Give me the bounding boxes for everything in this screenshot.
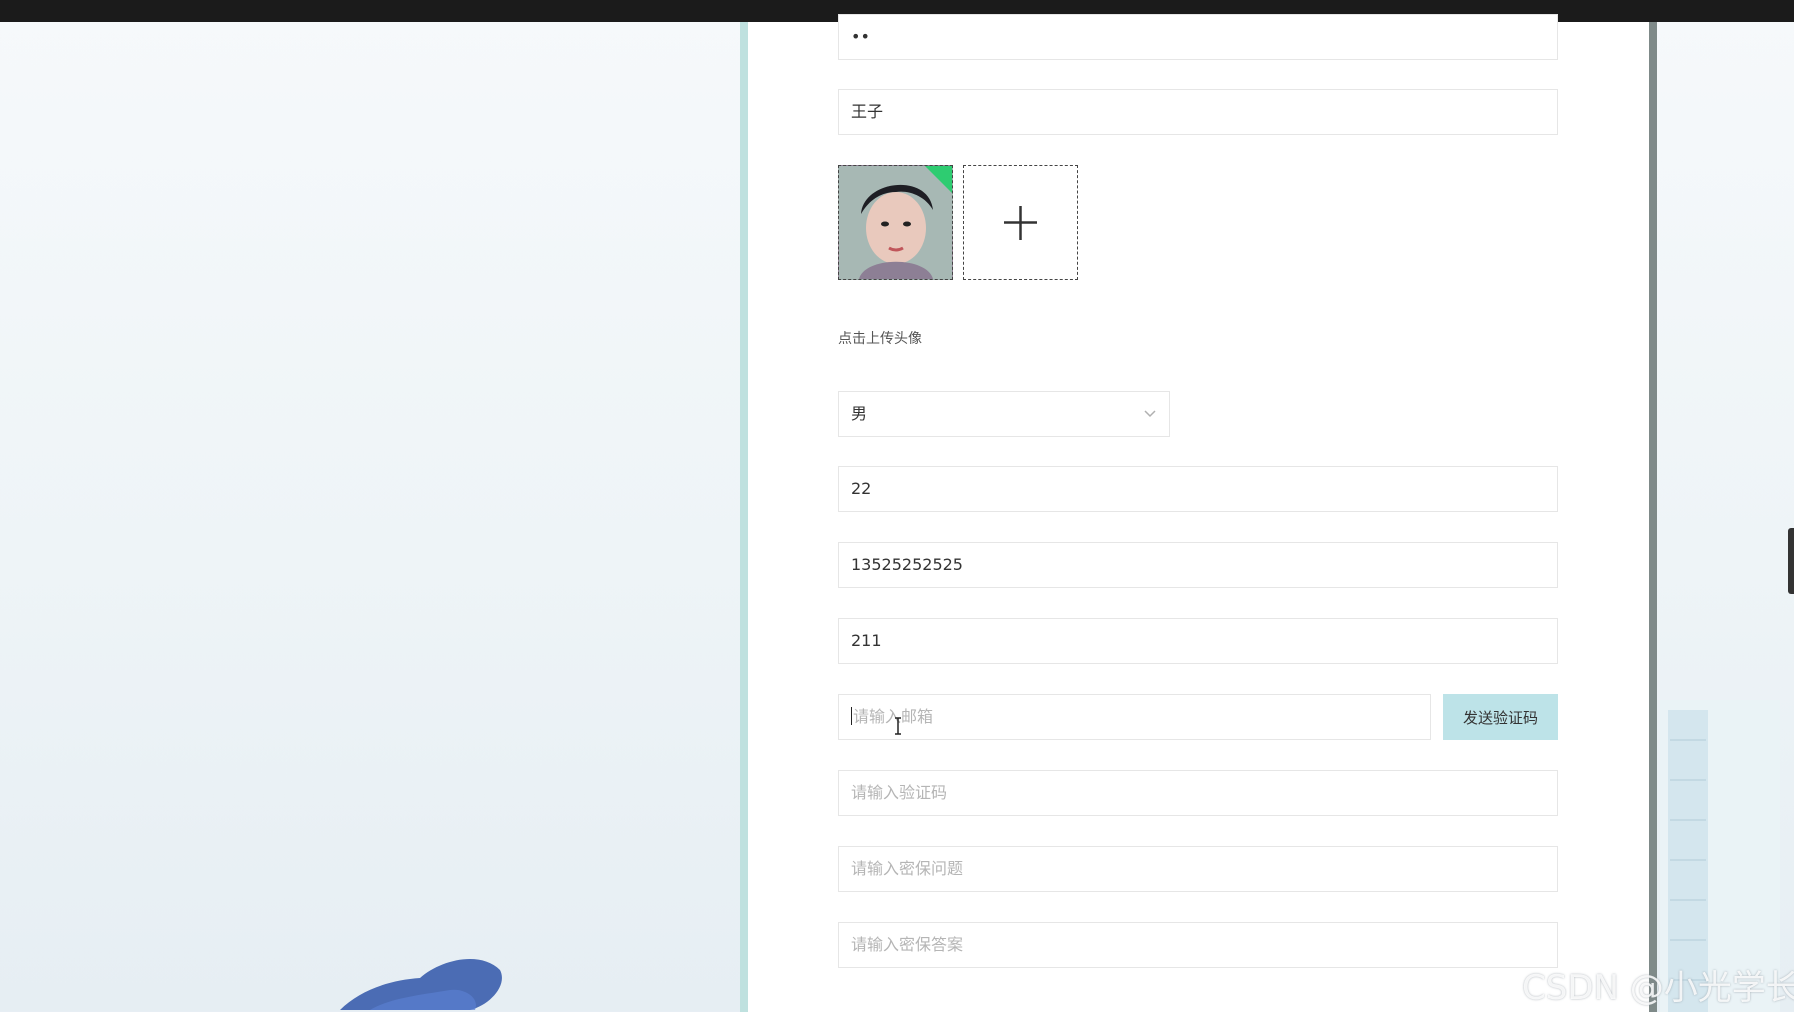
verification-code-field[interactable]: 请输入验证码 bbox=[838, 770, 1558, 816]
text-cursor-icon bbox=[895, 717, 901, 735]
avatar-upload-button[interactable] bbox=[963, 165, 1078, 280]
gender-select[interactable]: 男 bbox=[838, 391, 1170, 437]
background-decoration bbox=[340, 958, 502, 1010]
password-field[interactable]: •• bbox=[838, 14, 1558, 60]
send-code-button[interactable]: 发送验证码 bbox=[1443, 694, 1558, 740]
avatar-image bbox=[839, 166, 952, 279]
gender-select-value: 男 bbox=[851, 404, 868, 423]
phone-field[interactable]: 13525252525 bbox=[838, 542, 1558, 588]
chevron-down-icon bbox=[1144, 410, 1156, 418]
security-question-field[interactable]: 请输入密保问题 bbox=[838, 846, 1558, 892]
name-field[interactable]: 王子 bbox=[838, 89, 1558, 135]
plus-icon bbox=[1004, 206, 1037, 240]
text-caret bbox=[851, 707, 852, 725]
email-field[interactable]: 请输入邮箱 bbox=[838, 694, 1431, 740]
avatar-hint: 点击上传头像 bbox=[838, 331, 922, 347]
scrollbar-handle[interactable] bbox=[1788, 528, 1794, 594]
text-field-211[interactable]: 211 bbox=[838, 618, 1558, 664]
age-field[interactable]: 22 bbox=[838, 466, 1558, 512]
security-answer-field[interactable]: 请输入密保答案 bbox=[838, 922, 1558, 968]
watermark: CSDN @小光学长 bbox=[1522, 968, 1794, 1008]
avatar-thumbnail[interactable] bbox=[838, 165, 953, 280]
